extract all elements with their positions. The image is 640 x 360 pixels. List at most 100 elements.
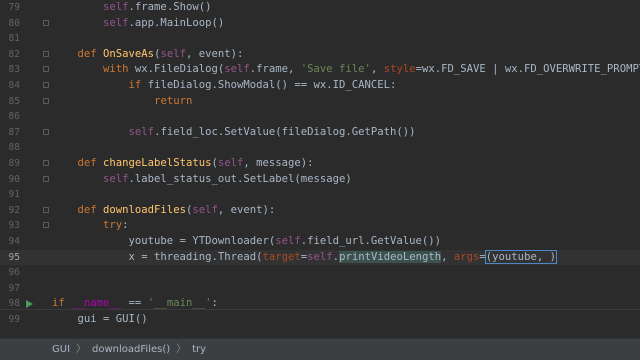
line-number: 92	[8, 204, 20, 216]
fold-marker-icon[interactable]	[43, 175, 49, 182]
code-text[interactable]: gui = GUI()	[52, 312, 148, 328]
code-line[interactable]: 82 def OnSaveAs(self, event):	[0, 47, 640, 63]
code-token: self	[192, 203, 218, 216]
code-text[interactable]: def changeLabelStatus(self, message):	[52, 156, 314, 172]
code-text[interactable]: try:	[52, 218, 129, 234]
code-token: .app.MainLoop()	[128, 16, 225, 29]
fold-marker-icon[interactable]	[43, 66, 49, 73]
code-token: :	[211, 297, 218, 310]
code-token: self	[103, 1, 129, 13]
fold-marker-icon[interactable]	[43, 128, 49, 135]
code-token: .label_status_out.SetLabel(message)	[128, 172, 352, 185]
code-line[interactable]: 95 x = threading.Thread(target=self.prin…	[0, 249, 640, 266]
code-line[interactable]: 85 return	[0, 94, 640, 110]
breadcrumb-separator-icon: 〉	[76, 344, 87, 355]
fold-marker-icon[interactable]	[43, 82, 49, 88]
code-token: changeLabelStatus	[103, 157, 212, 169]
code-editor[interactable]: 79 self.frame.Show() 80 self.app.MainLoop…	[0, 0, 640, 338]
code-text[interactable]: with wx.FileDialog(self.frame, 'Save fil…	[52, 62, 640, 78]
code-line[interactable]: 81	[0, 31, 640, 47]
code-line[interactable]: 86	[0, 109, 640, 125]
fold-marker-icon[interactable]	[43, 206, 49, 213]
fold-marker-icon[interactable]	[43, 50, 49, 57]
code-text[interactable]: def OnSaveAs(self, event):	[52, 47, 244, 63]
run-gutter-icon[interactable]	[26, 300, 33, 309]
code-token: self	[217, 157, 244, 169]
code-token: self	[224, 63, 250, 76]
code-token: downloadFiles	[103, 203, 186, 216]
code-token: ,	[370, 63, 384, 76]
code-token: .field_loc.SetValue(fileDialog.GetPath()…	[154, 125, 416, 138]
code-token: .field_url.GetValue())	[300, 235, 442, 247]
line-number: 81	[8, 33, 20, 45]
code-line[interactable]: 80 self.app.MainLoop()	[0, 16, 640, 32]
breadcrumb-item-block[interactable]: try	[192, 344, 206, 355]
code-line[interactable]: 93 try:	[0, 218, 640, 234]
code-line[interactable]: 90 self.label_status_out.SetLabel(messag…	[0, 172, 640, 188]
line-number: 80	[8, 17, 20, 29]
line-number: 93	[8, 220, 20, 232]
code-token: OnSaveAs	[103, 47, 155, 60]
code-line[interactable]: 97	[0, 281, 640, 297]
code-token: 'Save file'	[300, 63, 371, 76]
code-token: youtube = YTDownloader(	[52, 235, 276, 247]
code-line[interactable]: 92 def downloadFiles(self, event):	[0, 203, 640, 219]
code-text[interactable]: self.frame.Show()	[52, 0, 211, 16]
code-token: return	[154, 94, 193, 107]
code-line[interactable]: 89 def changeLabelStatus(self, message):	[0, 156, 640, 172]
code-line[interactable]: 88	[0, 140, 640, 156]
code-line[interactable]: 79 self.frame.Show()	[0, 0, 640, 16]
code-text[interactable]: if fileDialog.ShowModal() == wx.ID_CANCE…	[52, 78, 397, 94]
fold-marker-icon[interactable]	[43, 97, 49, 104]
fold-marker-icon[interactable]	[43, 160, 49, 166]
code-token: def	[77, 203, 104, 216]
fold-marker-icon[interactable]	[43, 222, 49, 229]
code-token: def	[77, 157, 104, 169]
code-line[interactable]: 99 gui = GUI()	[0, 312, 640, 328]
line-number: 91	[8, 189, 20, 201]
code-token: self	[103, 16, 129, 29]
code-token: fileDialog.ShowModal() == wx.ID_CANCEL:	[147, 79, 397, 91]
line-number: 83	[8, 64, 20, 76]
code-text[interactable]: return	[52, 94, 192, 110]
breadcrumb-separator-icon: 〉	[176, 344, 187, 355]
code-text[interactable]: youtube = YTDownloader(self.field_url.Ge…	[52, 234, 442, 250]
line-number: 87	[8, 126, 20, 138]
code-line[interactable]: 84 if fileDialog.ShowModal() == wx.ID_CA…	[0, 78, 640, 94]
code-token: with	[103, 63, 135, 76]
breadcrumb: GUI 〉 downloadFiles() 〉 try	[0, 338, 640, 360]
line-number: 82	[8, 48, 20, 60]
code-line[interactable]: 87 self.field_loc.SetValue(fileDialog.Ge…	[0, 125, 640, 141]
breadcrumb-item-class[interactable]: GUI	[52, 344, 70, 355]
code-token: , event):	[217, 203, 276, 216]
code-token: def	[77, 47, 104, 60]
code-token: (youtube, )	[484, 249, 557, 264]
code-text[interactable]: self.field_loc.SetValue(fileDialog.GetPa…	[52, 125, 416, 141]
code-token: '__main__'	[147, 297, 212, 310]
code-line[interactable]: 91	[0, 187, 640, 203]
code-text[interactable]: self.app.MainLoop()	[52, 16, 224, 32]
line-number: 79	[8, 2, 20, 13]
code-token: self	[103, 172, 129, 185]
code-text[interactable]: self.label_status_out.SetLabel(message)	[52, 172, 352, 188]
breadcrumb-item-method[interactable]: downloadFiles()	[92, 344, 170, 355]
code-line[interactable]: 96	[0, 265, 640, 281]
line-number: 90	[8, 173, 20, 185]
line-number: 85	[8, 95, 20, 107]
code-token: :	[122, 219, 129, 232]
code-text[interactable]: def downloadFiles(self, event):	[52, 203, 276, 219]
code-line[interactable]: 83 with wx.FileDialog(self.frame, 'Save …	[0, 62, 640, 78]
code-token: , event):	[185, 47, 244, 60]
code-token: ,	[441, 250, 454, 263]
line-number: 84	[8, 80, 20, 91]
fold-marker-icon[interactable]	[43, 19, 49, 26]
code-token: .frame.Show()	[128, 1, 212, 13]
code-text[interactable]: x = threading.Thread(target=self.printVi…	[52, 249, 557, 266]
code-token: style	[383, 63, 416, 76]
code-line[interactable]: 94 youtube = YTDownloader(self.field_url…	[0, 234, 640, 250]
